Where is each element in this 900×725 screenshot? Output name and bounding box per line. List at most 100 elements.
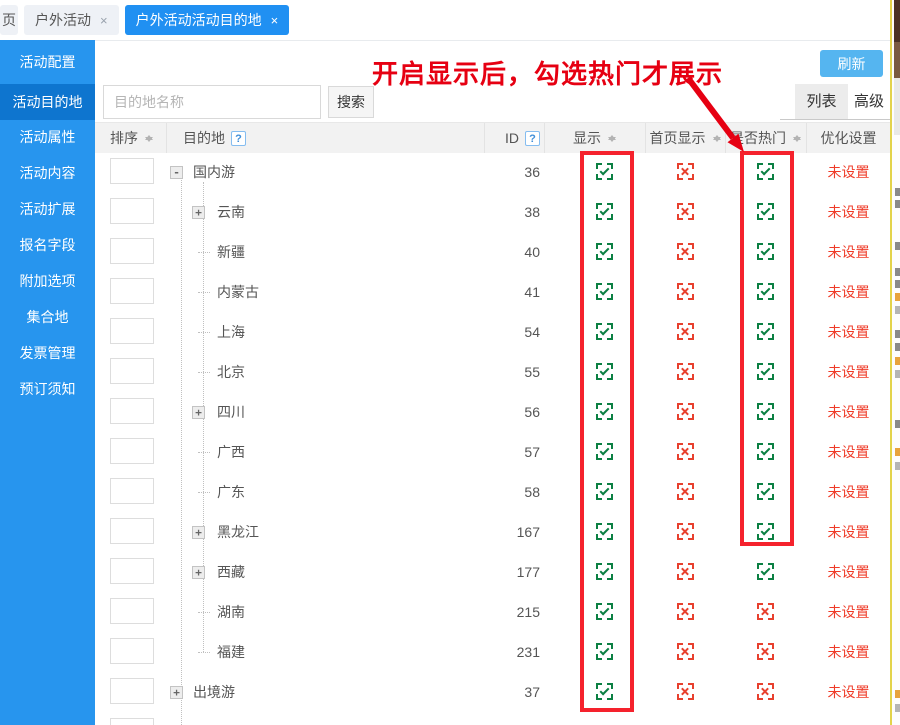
home-show-checkbox[interactable] <box>677 563 694 580</box>
sidebar-item-6[interactable]: 附加选项 <box>0 263 95 299</box>
sort-order-input[interactable] <box>110 198 154 224</box>
refresh-button[interactable]: 刷新 <box>820 50 883 77</box>
hot-checkbox[interactable] <box>757 683 774 700</box>
home-show-checkbox[interactable] <box>677 483 694 500</box>
home-show-checkbox[interactable] <box>677 403 694 420</box>
expand-icon[interactable]: + <box>192 406 205 419</box>
home-show-checkbox[interactable] <box>677 523 694 540</box>
home-show-checkbox[interactable] <box>677 443 694 460</box>
column-header-show[interactable]: 显示 <box>545 123 646 153</box>
show-checkbox[interactable] <box>596 323 613 340</box>
home-show-checkbox[interactable] <box>677 363 694 380</box>
show-checkbox[interactable] <box>596 243 613 260</box>
sort-order-input[interactable] <box>110 678 154 704</box>
home-show-checkbox[interactable] <box>677 643 694 660</box>
show-checkbox[interactable] <box>596 403 613 420</box>
hot-checkbox[interactable] <box>757 363 774 380</box>
search-input[interactable] <box>103 85 321 119</box>
optimize-settings-link[interactable]: 未设置 <box>807 392 890 432</box>
home-show-checkbox[interactable] <box>677 163 694 180</box>
optimize-settings-link[interactable]: 未设置 <box>807 312 890 352</box>
show-checkbox[interactable] <box>596 163 613 180</box>
optimize-settings-link[interactable]: 未设置 <box>807 552 890 592</box>
expand-icon[interactable]: + <box>170 686 183 699</box>
sort-order-input[interactable] <box>110 278 154 304</box>
home-show-checkbox[interactable] <box>677 203 694 220</box>
optimize-settings-link[interactable]: 未设置 <box>807 272 890 312</box>
sidebar-item-5[interactable]: 报名字段 <box>0 227 95 263</box>
home-show-checkbox[interactable] <box>677 283 694 300</box>
sort-arrows-icon[interactable] <box>793 131 802 146</box>
sort-order-input[interactable] <box>110 558 154 584</box>
show-checkbox[interactable] <box>596 363 613 380</box>
help-icon[interactable]: ? <box>231 131 246 146</box>
sort-order-input[interactable] <box>110 718 154 725</box>
optimize-settings-link[interactable]: 未设置 <box>807 432 890 472</box>
expand-icon[interactable]: + <box>192 206 205 219</box>
home-show-checkbox[interactable] <box>677 603 694 620</box>
hot-checkbox[interactable] <box>757 243 774 260</box>
hot-checkbox[interactable] <box>757 203 774 220</box>
optimize-settings-link[interactable]: 未设置 <box>807 672 890 712</box>
hot-checkbox[interactable] <box>757 483 774 500</box>
sidebar-item-3[interactable]: 活动内容 <box>0 155 95 191</box>
tab-advanced-view[interactable]: 高级 <box>848 84 890 119</box>
collapse-icon[interactable]: - <box>170 166 183 179</box>
home-show-checkbox[interactable] <box>677 683 694 700</box>
show-checkbox[interactable] <box>596 203 613 220</box>
optimize-settings-link[interactable]: 未设置 <box>807 472 890 512</box>
tab-0[interactable]: 页 <box>0 5 18 35</box>
search-button[interactable]: 搜索 <box>328 86 374 118</box>
sort-order-input[interactable] <box>110 158 154 184</box>
tab-list-view[interactable]: 列表 <box>795 84 848 119</box>
optimize-settings-link[interactable]: 未设置 <box>807 192 890 232</box>
sort-order-input[interactable] <box>110 478 154 504</box>
close-icon[interactable]: × <box>100 13 108 28</box>
optimize-settings-link[interactable]: 未设置 <box>807 152 890 192</box>
sidebar-item-1[interactable]: 活动目的地 <box>0 84 95 120</box>
sort-arrows-icon[interactable] <box>608 131 617 146</box>
show-checkbox[interactable] <box>596 603 613 620</box>
hot-checkbox[interactable] <box>757 643 774 660</box>
sidebar-item-8[interactable]: 发票管理 <box>0 335 95 371</box>
sort-order-input[interactable] <box>110 438 154 464</box>
show-checkbox[interactable] <box>596 283 613 300</box>
sort-order-input[interactable] <box>110 318 154 344</box>
column-header-home-show[interactable]: 首页显示 <box>646 123 726 153</box>
show-checkbox[interactable] <box>596 483 613 500</box>
show-checkbox[interactable] <box>596 683 613 700</box>
hot-checkbox[interactable] <box>757 523 774 540</box>
home-show-checkbox[interactable] <box>677 323 694 340</box>
show-checkbox[interactable] <box>596 563 613 580</box>
show-checkbox[interactable] <box>596 443 613 460</box>
hot-checkbox[interactable] <box>757 323 774 340</box>
sort-order-input[interactable] <box>110 598 154 624</box>
hot-checkbox[interactable] <box>757 563 774 580</box>
sort-order-input[interactable] <box>110 238 154 264</box>
home-show-checkbox[interactable] <box>677 243 694 260</box>
sort-arrows-icon[interactable] <box>145 131 154 146</box>
sidebar-item-4[interactable]: 活动扩展 <box>0 191 95 227</box>
column-header-hot[interactable]: 是否热门 <box>726 123 807 153</box>
expand-icon[interactable]: + <box>192 566 205 579</box>
sort-order-input[interactable] <box>110 398 154 424</box>
sidebar-item-0[interactable]: 活动配置 <box>0 44 95 80</box>
hot-checkbox[interactable] <box>757 403 774 420</box>
sidebar-item-7[interactable]: 集合地 <box>0 299 95 335</box>
show-checkbox[interactable] <box>596 643 613 660</box>
hot-checkbox[interactable] <box>757 163 774 180</box>
sidebar-item-2[interactable]: 活动属性 <box>0 119 95 155</box>
close-icon[interactable]: × <box>271 13 279 28</box>
hot-checkbox[interactable] <box>757 283 774 300</box>
column-header-sort[interactable]: 排序 <box>95 123 167 153</box>
tab-2[interactable]: 户外活动活动目的地× <box>125 5 290 35</box>
show-checkbox[interactable] <box>596 523 613 540</box>
hot-checkbox[interactable] <box>757 443 774 460</box>
sort-order-input[interactable] <box>110 358 154 384</box>
optimize-settings-link[interactable]: 未设置 <box>807 352 890 392</box>
tab-1[interactable]: 户外活动× <box>24 5 119 35</box>
sidebar-item-9[interactable]: 预订须知 <box>0 371 95 407</box>
optimize-settings-link[interactable]: 未设置 <box>807 232 890 272</box>
optimize-settings-link[interactable]: 未设置 <box>807 592 890 632</box>
sort-order-input[interactable] <box>110 518 154 544</box>
